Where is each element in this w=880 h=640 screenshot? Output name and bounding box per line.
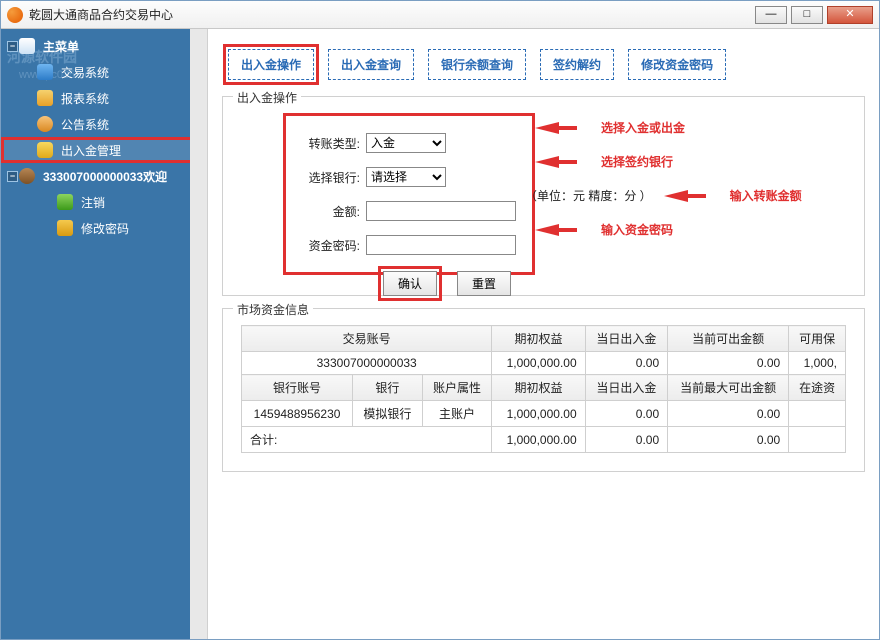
titlebar: 乾圆大通商品合约交易中心 — □ ✕ [1, 1, 879, 29]
fieldset-title: 市场资金信息 [233, 301, 313, 318]
sidebar-item-label: 333007000000033欢迎 [43, 168, 167, 185]
chart-icon [37, 90, 53, 106]
table-row[interactable]: 1459488956230 模拟银行 主账户 1,000,000.00 0.00… [242, 401, 846, 427]
col-today-io2: 当日出入金 [585, 375, 667, 401]
col-max-withdraw: 当前最大可出金额 [668, 375, 789, 401]
tree-collapse-icon[interactable]: − [7, 171, 18, 182]
close-button[interactable]: ✕ [827, 6, 873, 24]
fund-password-input[interactable] [366, 235, 516, 255]
sidebar-item-label: 主菜单 [43, 38, 79, 55]
table-header-row: 交易账号 期初权益 当日出入金 当前可出金额 可用保 [242, 326, 846, 352]
window-title: 乾圆大通商品合约交易中心 [29, 6, 173, 23]
sidebar: 河源软件园 www.pc0359.cn − 主菜单 交易系统 报表系统 [1, 29, 207, 639]
menu-icon [19, 38, 35, 54]
annotation-bank: 选择签约银行 [601, 153, 673, 170]
app-window: 乾圆大通商品合约交易中心 — □ ✕ 河源软件园 www.pc0359.cn −… [0, 0, 880, 640]
sidebar-item-change-password[interactable]: 修改密码 [1, 215, 207, 241]
sidebar-scrollbar[interactable] [190, 29, 207, 639]
sidebar-item-trade[interactable]: 交易系统 [1, 59, 207, 85]
col-bank: 银行 [353, 375, 423, 401]
col-today-io: 当日出入金 [585, 326, 667, 352]
col-transit: 在途资 [789, 375, 846, 401]
amount-label: 金额: [298, 203, 360, 220]
tab-sign-contract[interactable]: 签约解约 [540, 49, 614, 80]
key-icon [57, 220, 73, 236]
form-area: 转账类型: 入金 选择银行: 请选择 金额: 资金密码: [283, 113, 535, 275]
arrow-icon [664, 190, 688, 202]
sidebar-item-fund-management[interactable]: 出入金管理 [1, 137, 207, 163]
sidebar-item-account[interactable]: − 333007000000033欢迎 [1, 163, 207, 189]
col-initial-equity2: 期初权益 [492, 375, 585, 401]
col-bank-account: 银行账号 [242, 375, 353, 401]
bank-label: 选择银行: [298, 169, 360, 186]
tab-fund-operation[interactable]: 出入金操作 [228, 49, 314, 80]
arrow-icon [535, 122, 559, 134]
minimize-button[interactable]: — [755, 6, 787, 24]
sidebar-item-label: 交易系统 [61, 64, 109, 81]
type-label: 转账类型: [298, 135, 360, 152]
sidebar-item-label: 公告系统 [61, 116, 109, 133]
market-fund-fieldset: 市场资金信息 交易账号 期初权益 当日出入金 当前可出金额 可用保 333007… [222, 308, 865, 472]
sidebar-item-label: 修改密码 [81, 220, 129, 237]
sidebar-item-report[interactable]: 报表系统 [1, 85, 207, 111]
fieldset-title: 出入金操作 [233, 89, 301, 106]
user-icon [57, 194, 73, 210]
tab-change-fund-password[interactable]: 修改资金密码 [628, 49, 726, 80]
account-summary-table: 交易账号 期初权益 当日出入金 当前可出金额 可用保 3330070000000… [241, 325, 846, 453]
reset-button[interactable]: 重置 [457, 271, 511, 296]
table-row[interactable]: 333007000000033 1,000,000.00 0.00 0.00 1… [242, 352, 846, 375]
cup-icon [19, 168, 35, 184]
tree-collapse-icon[interactable]: − [7, 41, 18, 52]
nav-tree: − 主菜单 交易系统 报表系统 公告系统 出入 [1, 29, 207, 241]
table-header-row: 银行账号 银行 账户属性 期初权益 当日出入金 当前最大可出金额 在途资 [242, 375, 846, 401]
transfer-type-select[interactable]: 入金 [366, 133, 446, 153]
sidebar-item-main-menu[interactable]: − 主菜单 [1, 33, 207, 59]
arrow-icon [535, 156, 559, 168]
col-account: 交易账号 [242, 326, 492, 352]
sidebar-item-label: 出入金管理 [61, 142, 121, 159]
bank-select[interactable]: 请选择 [366, 167, 446, 187]
main-panel: 出入金操作 出入金查询 银行余额查询 签约解约 修改资金密码 出入金操作 转账类… [207, 29, 879, 639]
annotation-amount: 输入转账金额 [730, 187, 802, 204]
col-account-type: 账户属性 [422, 375, 492, 401]
tab-fund-query[interactable]: 出入金查询 [328, 49, 414, 80]
app-icon [7, 7, 23, 23]
tab-bank-balance[interactable]: 银行余额查询 [428, 49, 526, 80]
amount-input[interactable] [366, 201, 516, 221]
coins-icon [37, 142, 53, 158]
annotation-type: 选择入金或出金 [601, 119, 685, 136]
sidebar-item-label: 注销 [81, 194, 105, 211]
password-label: 资金密码: [298, 237, 360, 254]
fund-operation-fieldset: 出入金操作 转账类型: 入金 选择银行: 请选择 金额: [222, 96, 865, 296]
sidebar-item-logout[interactable]: 注销 [1, 189, 207, 215]
window-controls: — □ ✕ [755, 6, 873, 24]
col-withdrawable: 当前可出金额 [668, 326, 789, 352]
col-available: 可用保 [789, 326, 846, 352]
unit-text: （单位：元 精度：分 ） [525, 187, 652, 204]
sidebar-item-notice[interactable]: 公告系统 [1, 111, 207, 137]
sidebar-item-label: 报表系统 [61, 90, 109, 107]
table-sum-row: 合计: 1,000,000.00 0.00 0.00 [242, 427, 846, 453]
confirm-button[interactable]: 确认 [383, 271, 437, 296]
tab-row: 出入金操作 出入金查询 银行余额查询 签约解约 修改资金密码 [208, 29, 879, 90]
col-initial-equity: 期初权益 [492, 326, 585, 352]
arrow-icon [535, 224, 559, 236]
maximize-button[interactable]: □ [791, 6, 823, 24]
monitor-icon [37, 64, 53, 80]
annotation-password: 输入资金密码 [601, 221, 673, 238]
bubble-icon [37, 116, 53, 132]
